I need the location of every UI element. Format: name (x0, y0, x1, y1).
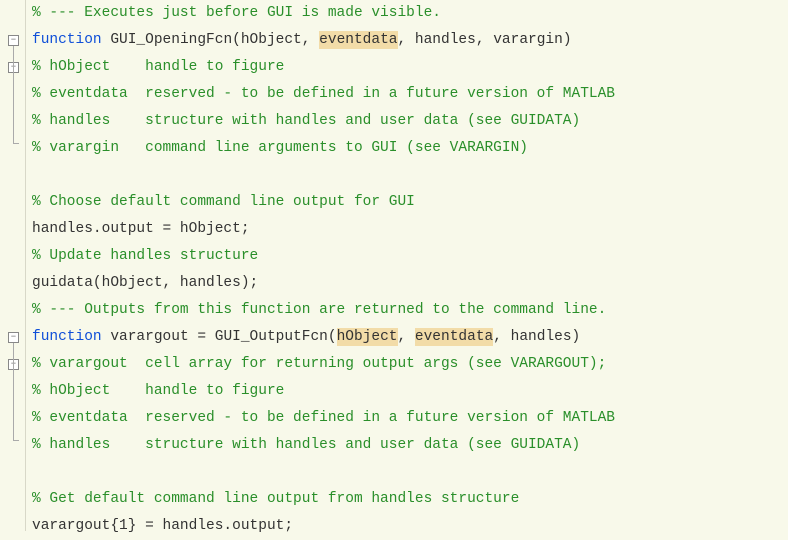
code-span: varargout = GUI_OutputFcn( (110, 329, 336, 345)
fold-function-2-icon[interactable]: − (8, 332, 19, 343)
code-span: % eventdata reserved - to be defined in … (32, 86, 615, 102)
code-line[interactable]: % Update handles structure (32, 243, 788, 270)
fold-line (13, 370, 14, 440)
code-span: , handles, varargin) (398, 32, 572, 48)
code-line[interactable]: % handles structure with handles and use… (32, 108, 788, 135)
code-line[interactable]: % eventdata reserved - to be defined in … (32, 81, 788, 108)
code-line[interactable] (32, 162, 788, 189)
code-span: eventdata (415, 328, 493, 346)
code-span: % Choose default command line output for… (32, 194, 415, 210)
code-span: % Get default command line output from h… (32, 491, 519, 507)
code-line[interactable]: % handles structure with handles and use… (32, 432, 788, 459)
code-line[interactable]: % hObject handle to figure (32, 54, 788, 81)
code-line[interactable]: function varargout = GUI_OutputFcn(hObje… (32, 324, 788, 351)
code-span: handles.output = hObject; (32, 221, 250, 237)
code-span: % Update handles structure (32, 248, 258, 264)
code-line[interactable]: % varargin command line arguments to GUI… (32, 135, 788, 162)
code-line[interactable]: % Get default command line output from h… (32, 486, 788, 513)
code-span: % eventdata reserved - to be defined in … (32, 410, 615, 426)
code-span: guidata(hObject, handles); (32, 275, 258, 291)
code-span: % handles structure with handles and use… (32, 113, 580, 129)
code-span: function (32, 32, 110, 48)
code-span: % hObject handle to figure (32, 59, 284, 75)
code-span: , handles) (493, 329, 580, 345)
code-span: % varargout cell array for returning out… (32, 356, 606, 372)
code-span: % handles structure with handles and use… (32, 437, 580, 453)
code-span: % --- Outputs from this function are ret… (32, 302, 606, 318)
code-span (32, 167, 41, 183)
code-span: , (398, 329, 415, 345)
code-line[interactable]: handles.output = hObject; (32, 216, 788, 243)
fold-end (13, 143, 19, 144)
code-span: varargout{1} = handles.output; (32, 518, 293, 534)
code-line[interactable]: % --- Outputs from this function are ret… (32, 297, 788, 324)
code-line[interactable] (32, 459, 788, 486)
code-span: % --- Executes just before GUI is made v… (32, 5, 441, 21)
fold-line (13, 73, 14, 143)
code-line[interactable]: varargout{1} = handles.output; (32, 513, 788, 540)
code-line[interactable]: % hObject handle to figure (32, 378, 788, 405)
fold-end (13, 440, 19, 441)
code-span: function (32, 329, 110, 345)
code-line[interactable]: % varargout cell array for returning out… (32, 351, 788, 378)
code-line[interactable]: function GUI_OpeningFcn(hObject, eventda… (32, 27, 788, 54)
code-span: % varargin command line arguments to GUI… (32, 140, 528, 156)
code-line[interactable]: guidata(hObject, handles); (32, 270, 788, 297)
fold-function-1-icon[interactable]: − (8, 35, 19, 46)
code-span: eventdata (319, 31, 397, 49)
code-span: % hObject handle to figure (32, 383, 284, 399)
gutter: −−−− (0, 0, 26, 531)
code-area[interactable]: % --- Executes just before GUI is made v… (26, 0, 788, 531)
code-line[interactable]: % eventdata reserved - to be defined in … (32, 405, 788, 432)
code-line[interactable]: % Choose default command line output for… (32, 189, 788, 216)
code-line[interactable]: % --- Executes just before GUI is made v… (32, 0, 788, 27)
code-span: hObject (337, 328, 398, 346)
code-span (32, 464, 41, 480)
code-span: GUI_OpeningFcn(hObject, (110, 32, 319, 48)
code-editor: −−−− % --- Executes just before GUI is m… (0, 0, 788, 531)
